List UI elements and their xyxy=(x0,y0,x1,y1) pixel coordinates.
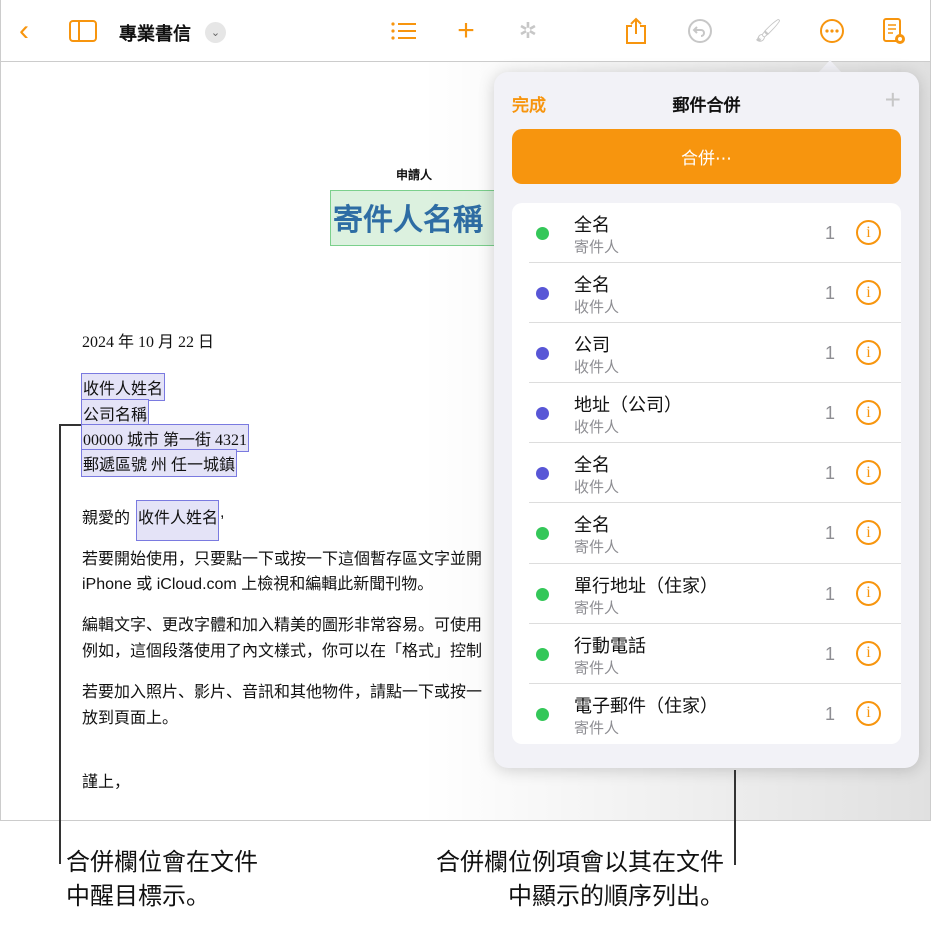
info-icon[interactable]: i xyxy=(856,700,881,726)
field-color-dot xyxy=(536,647,549,661)
field-source: 收件人 xyxy=(574,419,620,437)
field-name: 單行地址（住家） xyxy=(574,575,718,596)
info-icon[interactable]: i xyxy=(856,340,881,366)
field-count: 1 xyxy=(825,703,836,724)
merge-button[interactable]: 合併⋯ xyxy=(512,129,901,184)
company-field[interactable]: 公司名稱 xyxy=(81,399,150,427)
chevron-down-icon[interactable]: ⌄ xyxy=(205,22,226,43)
field-color-dot xyxy=(536,707,549,721)
city-field[interactable]: 郵遞區號 州 任一城鎮 xyxy=(81,449,238,477)
back-icon[interactable]: ‹ xyxy=(9,14,39,47)
field-color-dot xyxy=(536,587,549,601)
field-name: 全名 xyxy=(574,455,610,476)
field-source: 寄件人 xyxy=(574,239,620,256)
add-field-icon[interactable]: + xyxy=(885,84,901,116)
format-brush-icon[interactable]: 🖌 xyxy=(753,16,783,46)
field-name: 公司 xyxy=(574,335,610,356)
field-count: 1 xyxy=(825,523,836,544)
field-count: 1 xyxy=(825,643,836,664)
callout-left: 合併欄位會在文件 中醒目標示。 xyxy=(66,846,258,914)
merge-field-row[interactable]: 單行地址（住家） 寄件人 1 i xyxy=(529,564,901,624)
more-icon[interactable] xyxy=(817,16,847,46)
closing: 謹上， xyxy=(82,774,131,791)
greeting-comma: , xyxy=(220,504,225,521)
info-icon[interactable]: i xyxy=(856,220,881,245)
merge-field-row[interactable]: 公司 收件人 1 i xyxy=(529,323,901,384)
merge-field-row[interactable]: 全名 寄件人 1 i xyxy=(529,503,901,564)
field-color-dot xyxy=(536,287,549,301)
info-icon[interactable]: i xyxy=(856,520,881,546)
merge-field-list: 全名 寄件人 1 i 全名 收件人 1 i 公司 收件人 1 i 地址（公司） … xyxy=(512,203,901,744)
field-source: 寄件人 xyxy=(574,599,620,617)
field-source: 收件人 xyxy=(574,359,620,377)
address-field[interactable]: 00000 城市 第一街 4321 xyxy=(81,424,250,452)
mail-merge-popover: 完成 郵件合併 + 合併⋯ 全名 寄件人 1 i 全名 收件人 1 i 公司 收… xyxy=(494,72,919,768)
field-color-dot xyxy=(536,347,549,361)
greeting-recipient-field[interactable]: 收件人姓名 xyxy=(136,500,219,541)
undo-icon[interactable] xyxy=(685,16,715,46)
field-name: 全名 xyxy=(574,275,610,296)
info-icon[interactable]: i xyxy=(856,640,881,666)
field-count: 1 xyxy=(825,583,836,604)
recipient-name-field[interactable]: 收件人姓名 xyxy=(81,373,166,401)
field-name: 地址（公司） xyxy=(574,395,682,416)
field-count: 1 xyxy=(825,463,836,484)
field-source: 收件人 xyxy=(574,299,620,317)
field-count: 1 xyxy=(825,403,836,424)
callout-line-left xyxy=(59,424,81,426)
field-count: 1 xyxy=(825,223,836,243)
document-view-icon[interactable] xyxy=(879,16,909,46)
callout-line-left xyxy=(59,424,61,864)
collaborate-icon[interactable]: ✲ xyxy=(513,16,543,46)
info-icon[interactable]: i xyxy=(856,460,881,486)
body-paragraph-line: iPhone 或 iCloud.com 上檢視和編輯此新聞刊物。 xyxy=(82,576,434,593)
info-icon[interactable]: i xyxy=(856,580,881,606)
field-name: 全名 xyxy=(574,215,610,235)
sidebar-icon[interactable] xyxy=(68,16,98,46)
callout-right-line2: 中顯示的順序列出。 xyxy=(508,883,724,910)
field-source: 寄件人 xyxy=(574,539,620,557)
field-source: 寄件人 xyxy=(574,659,620,677)
merge-field-row[interactable]: 全名 寄件人 1 i xyxy=(529,203,901,264)
field-name: 全名 xyxy=(574,515,610,536)
field-count: 1 xyxy=(825,343,836,364)
list-icon[interactable] xyxy=(389,16,419,46)
merge-field-row[interactable]: 電子郵件（住家） 寄件人 1 i xyxy=(529,684,901,744)
merge-field-row[interactable]: 全名 收件人 1 i xyxy=(529,263,901,324)
field-color-dot xyxy=(536,407,549,421)
callout-right-line1: 合併欄位例項會以其在文件 xyxy=(436,849,724,876)
callout-left-line2: 中醒目標示。 xyxy=(66,883,210,910)
callout-left-line1: 合併欄位會在文件 xyxy=(66,849,258,876)
callout-right: 合併欄位例項會以其在文件中顯示的順序列出。 xyxy=(398,846,724,914)
callout-line-right xyxy=(734,770,736,865)
field-color-dot xyxy=(536,467,549,481)
merge-field-row[interactable]: 行動電話 寄件人 1 i xyxy=(529,624,901,684)
field-name: 電子郵件（住家） xyxy=(574,695,718,716)
date: 2024 年 10 月 22 日 xyxy=(82,334,215,351)
merge-field-row[interactable]: 地址（公司） 收件人 1 i xyxy=(529,383,901,444)
greeting-prefix: 親愛的 xyxy=(82,510,131,527)
field-source: 寄件人 xyxy=(574,719,620,737)
popover-title: 郵件合併 xyxy=(672,96,741,115)
share-icon[interactable] xyxy=(621,16,651,46)
plus-icon[interactable]: + xyxy=(451,14,481,47)
info-icon[interactable]: i xyxy=(856,400,881,426)
info-icon[interactable]: i xyxy=(856,280,881,306)
field-count: 1 xyxy=(825,283,836,304)
field-source: 收件人 xyxy=(574,479,620,497)
field-color-dot xyxy=(536,527,549,541)
document-title[interactable]: 專業書信 xyxy=(119,20,191,46)
body-paragraph-line: 放到頁面上。 xyxy=(82,710,179,727)
field-color-dot xyxy=(536,227,549,240)
toolbar: ‹ 專業書信 ⌄ + ✲ 🖌 xyxy=(1,0,930,62)
merge-field-row[interactable]: 全名 收件人 1 i xyxy=(529,443,901,504)
field-name: 行動電話 xyxy=(574,635,646,656)
